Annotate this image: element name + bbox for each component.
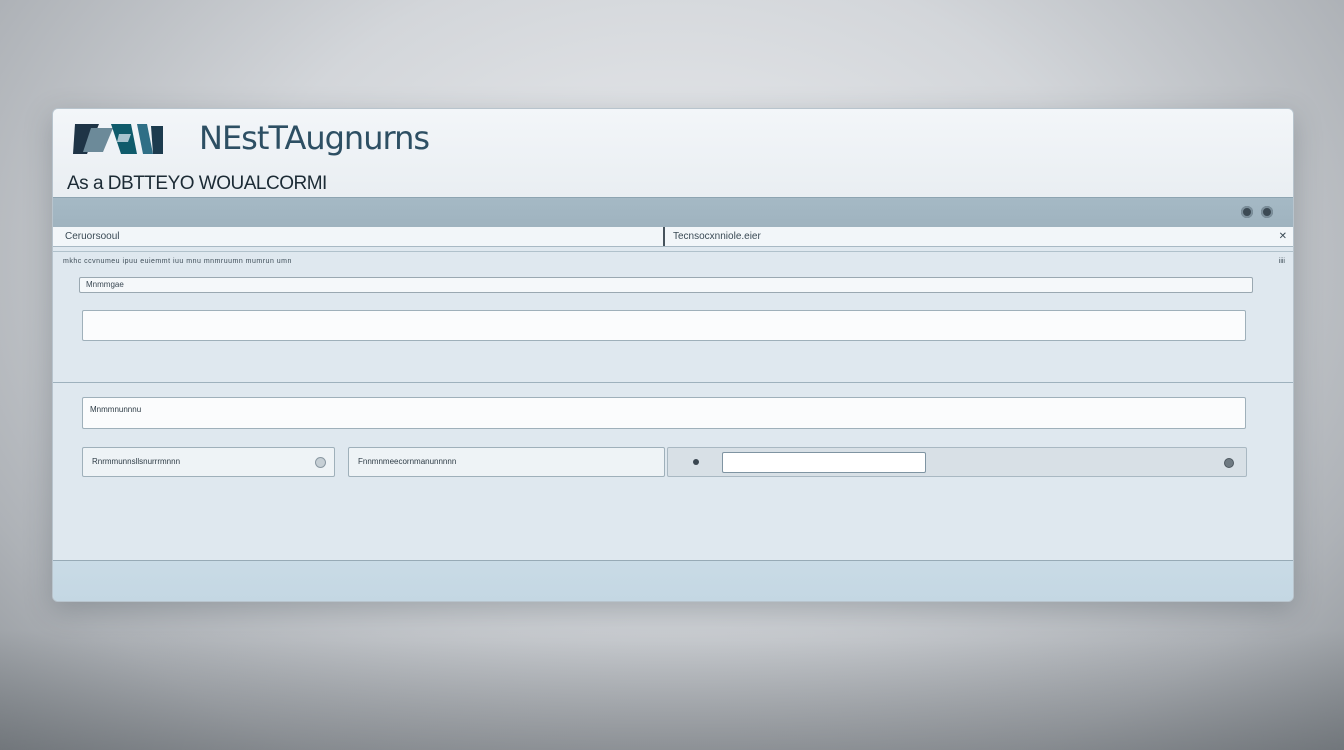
tab-close-icon[interactable]: ✕ [1279,227,1287,246]
breadcrumb: mkhc ccvnumeu ipuu euiemmt iuu mnu mnmru… [63,258,292,265]
toolbar [53,197,1293,228]
app-window: NEstTAugnurns As a DBTTEYO WOUALCORMI Ce… [52,108,1294,602]
select-one-label: Rnrmmunnsllsnurrrmnnn [92,457,181,466]
footer-bar [53,560,1293,601]
brand-title: NEstTAugnurns [199,119,430,157]
range-start-dot-icon[interactable] [693,459,699,465]
select-two[interactable]: Fnnmnmeecornmanunnnnn [348,447,665,477]
tab-bar: Ceruorsooul Tecnsocxnniole.eier ✕ [53,227,1293,247]
tab-right[interactable]: Tecnsocxnniole.eier [673,227,761,246]
tab-divider [663,227,665,246]
select-one[interactable]: Rnrmmunnsllsnurrrmnnn [82,447,335,477]
select-one-radio-icon[interactable] [315,457,326,468]
background-shade [0,630,1344,750]
page-subtitle: As a DBTTEYO WOUALCORMI [67,173,327,194]
main-text-input[interactable] [82,310,1246,341]
breadcrumb-extra: iiii [1278,258,1285,265]
field-label: Mnmmgae [79,277,1253,293]
tab-left[interactable]: Ceruorsooul [65,227,119,246]
range-end-dot-icon[interactable] [1224,458,1234,468]
app-header: NEstTAugnurns As a DBTTEYO WOUALCORMI [53,109,1293,197]
brand-logo [73,121,165,157]
minimize-button[interactable] [1241,206,1253,218]
range-input[interactable] [722,452,926,473]
secondary-input[interactable]: Mnmmnunnnu [82,397,1246,429]
secondary-input-label: Mnmmnunnnu [90,405,142,414]
close-button[interactable] [1261,206,1273,218]
range-control[interactable] [667,447,1247,477]
select-two-label: Fnnmnmeecornmanunnnnn [358,457,457,466]
logo-icon [73,124,163,154]
